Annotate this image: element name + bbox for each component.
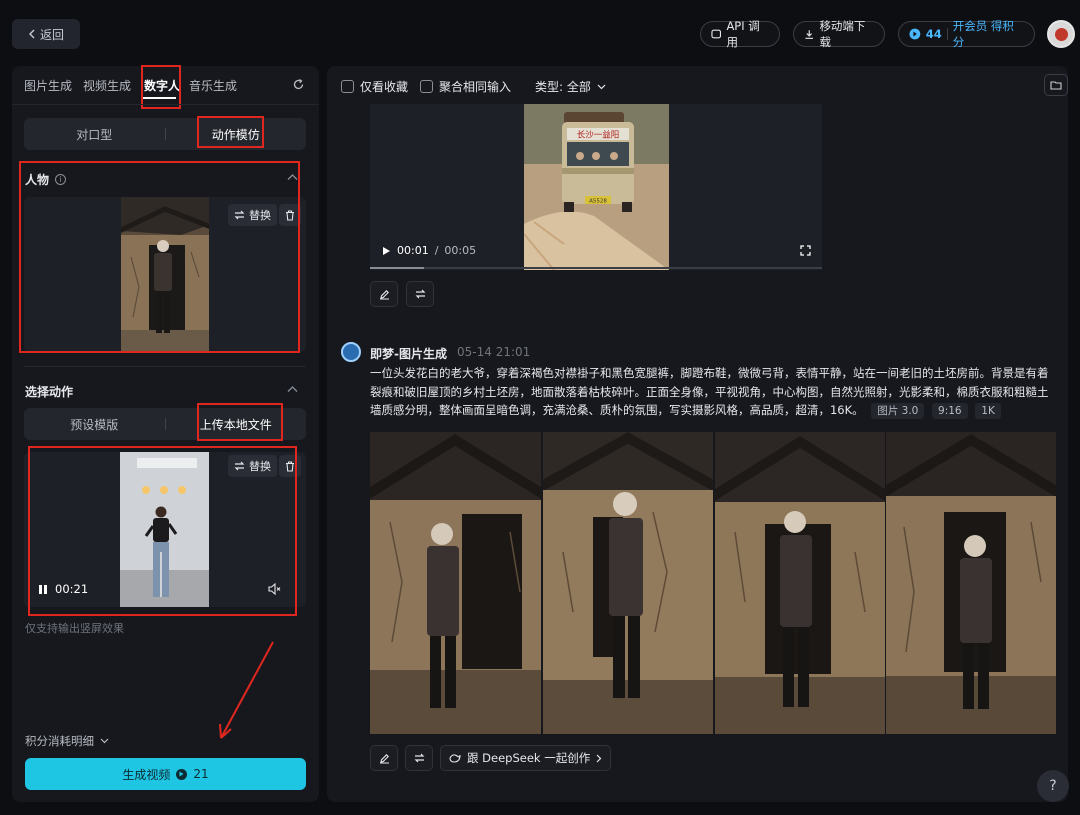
- chevron-down-icon: [100, 738, 109, 744]
- cost-detail-toggle[interactable]: 积分消耗明细: [25, 733, 109, 749]
- message-date: 05-14: [456, 345, 492, 359]
- edit-image-button[interactable]: [370, 745, 398, 771]
- vip-link[interactable]: 开会员 得积分: [953, 18, 1024, 50]
- pencil-icon: [379, 753, 389, 764]
- annotation-arrow: [219, 641, 274, 739]
- merge-checkbox[interactable]: [420, 80, 433, 93]
- action-label: 选择动作: [25, 385, 74, 399]
- regenerate-video-button[interactable]: [406, 281, 434, 307]
- chevron-up-icon[interactable]: [287, 385, 298, 393]
- download-icon: [805, 29, 814, 39]
- section-divider: [24, 366, 306, 367]
- help-label: ?: [1049, 778, 1057, 794]
- chevron-right-icon: [596, 754, 602, 762]
- mode-lip-sync[interactable]: 对口型: [24, 126, 165, 143]
- help-button[interactable]: ?: [1037, 770, 1069, 802]
- annotation-box-tab: [141, 65, 181, 109]
- filter-type-dropdown[interactable]: 类型: 全部: [535, 78, 606, 95]
- generate-cost: 21: [193, 767, 209, 781]
- play-icon[interactable]: [382, 246, 391, 256]
- tab-image-gen[interactable]: 图片生成: [24, 77, 72, 94]
- video-frame: 长沙一益阳 A5528: [524, 104, 669, 270]
- tab-video-gen[interactable]: 视频生成: [83, 77, 131, 94]
- regenerate-icon: [415, 289, 425, 299]
- type-label: 类型: 全部: [535, 80, 591, 94]
- message-time: 21:01: [495, 345, 531, 359]
- vertical-only-note: 仅支持输出竖屏效果: [25, 622, 124, 635]
- video-progress-track[interactable]: [370, 267, 822, 269]
- message-timestamp: 05-14 21:01: [457, 345, 530, 362]
- filter-favorites[interactable]: 仅看收藏: [341, 78, 408, 95]
- credit-icon: [176, 768, 188, 780]
- folder-button[interactable]: [1044, 74, 1068, 96]
- fullscreen-icon[interactable]: [800, 245, 811, 256]
- refresh-icon[interactable]: [292, 78, 305, 91]
- annotation-box-mode: [197, 116, 264, 148]
- tabs-divider: [12, 104, 319, 105]
- pill-divider: [946, 28, 948, 40]
- generated-image-2[interactable]: [543, 432, 713, 734]
- cost-detail-label: 积分消耗明细: [25, 734, 94, 748]
- api-button[interactable]: API 调用: [700, 19, 780, 49]
- message-header: 即梦-图片生成 05-14 21:01: [370, 345, 530, 362]
- favorites-checkbox[interactable]: [341, 80, 354, 93]
- favorites-label: 仅看收藏: [360, 80, 409, 94]
- generate-label: 生成视频: [122, 767, 171, 782]
- tag-resolution: 1K: [975, 403, 1001, 419]
- action-section-title: 选择动作: [25, 383, 73, 400]
- annotation-box-person: [19, 161, 300, 353]
- api-icon: [711, 29, 722, 38]
- video-current-time: 00:01: [397, 244, 429, 257]
- api-label: API 调用: [726, 19, 760, 49]
- deepseek-label: 跟 DeepSeek 一起创作: [467, 751, 591, 765]
- filter-merge[interactable]: 聚合相同输入: [420, 78, 511, 95]
- regenerate-icon: [414, 753, 424, 763]
- edit-video-button[interactable]: [370, 281, 398, 307]
- action-preset-template[interactable]: 预设模版: [24, 416, 165, 433]
- credits-icon: [909, 28, 921, 40]
- dreamina-avatar-icon: [341, 342, 361, 362]
- video-progress-fill: [370, 267, 424, 269]
- chevron-down-icon: [597, 84, 606, 89]
- video-time-display: 00:01 / 00:05: [382, 244, 476, 257]
- mobile-download-label: 移动端下载: [819, 19, 866, 49]
- annotation-box-action: [28, 446, 297, 616]
- bus-route-sign: 长沙一益阳: [577, 130, 620, 141]
- tab-music-gen[interactable]: 音乐生成: [189, 77, 237, 94]
- chevron-left-icon: [28, 29, 35, 39]
- mobile-download-button[interactable]: 移动端下载: [793, 19, 885, 49]
- annotation-box-upload: [197, 403, 283, 441]
- video-time-separator: /: [434, 244, 439, 257]
- credits-count: 44: [925, 27, 942, 41]
- generated-image-1[interactable]: [370, 432, 541, 734]
- tag-ratio: 9:16: [932, 403, 968, 419]
- credits-pill[interactable]: 44 开会员 得积分: [898, 18, 1035, 50]
- message-sender: 即梦-图片生成: [370, 347, 447, 361]
- regenerate-image-button[interactable]: [405, 745, 433, 771]
- back-label: 返回: [39, 27, 64, 42]
- tag-model: 图片 3.0: [871, 403, 925, 419]
- merge-label: 聚合相同输入: [439, 80, 512, 94]
- avatar-logo: [1054, 27, 1068, 41]
- back-button[interactable]: 返回: [12, 19, 80, 49]
- pencil-icon: [379, 289, 389, 300]
- deepseek-create-button[interactable]: 跟 DeepSeek 一起创作: [440, 745, 612, 771]
- user-avatar[interactable]: [1047, 20, 1075, 48]
- deepseek-icon: [449, 754, 461, 763]
- bus-plate: A5528: [589, 199, 607, 205]
- message-prompt: 一位头发花白的老大爷，穿着深褐色对襟褂子和黑色宽腿裤，脚蹬布鞋，微微弓背，表情平…: [370, 364, 1056, 420]
- folder-icon: [1050, 81, 1062, 90]
- generated-image-4[interactable]: [886, 432, 1056, 734]
- generate-video-button[interactable]: 生成视频 21: [25, 758, 306, 790]
- video-total-time: 00:05: [444, 244, 477, 257]
- generated-image-3[interactable]: [715, 432, 885, 734]
